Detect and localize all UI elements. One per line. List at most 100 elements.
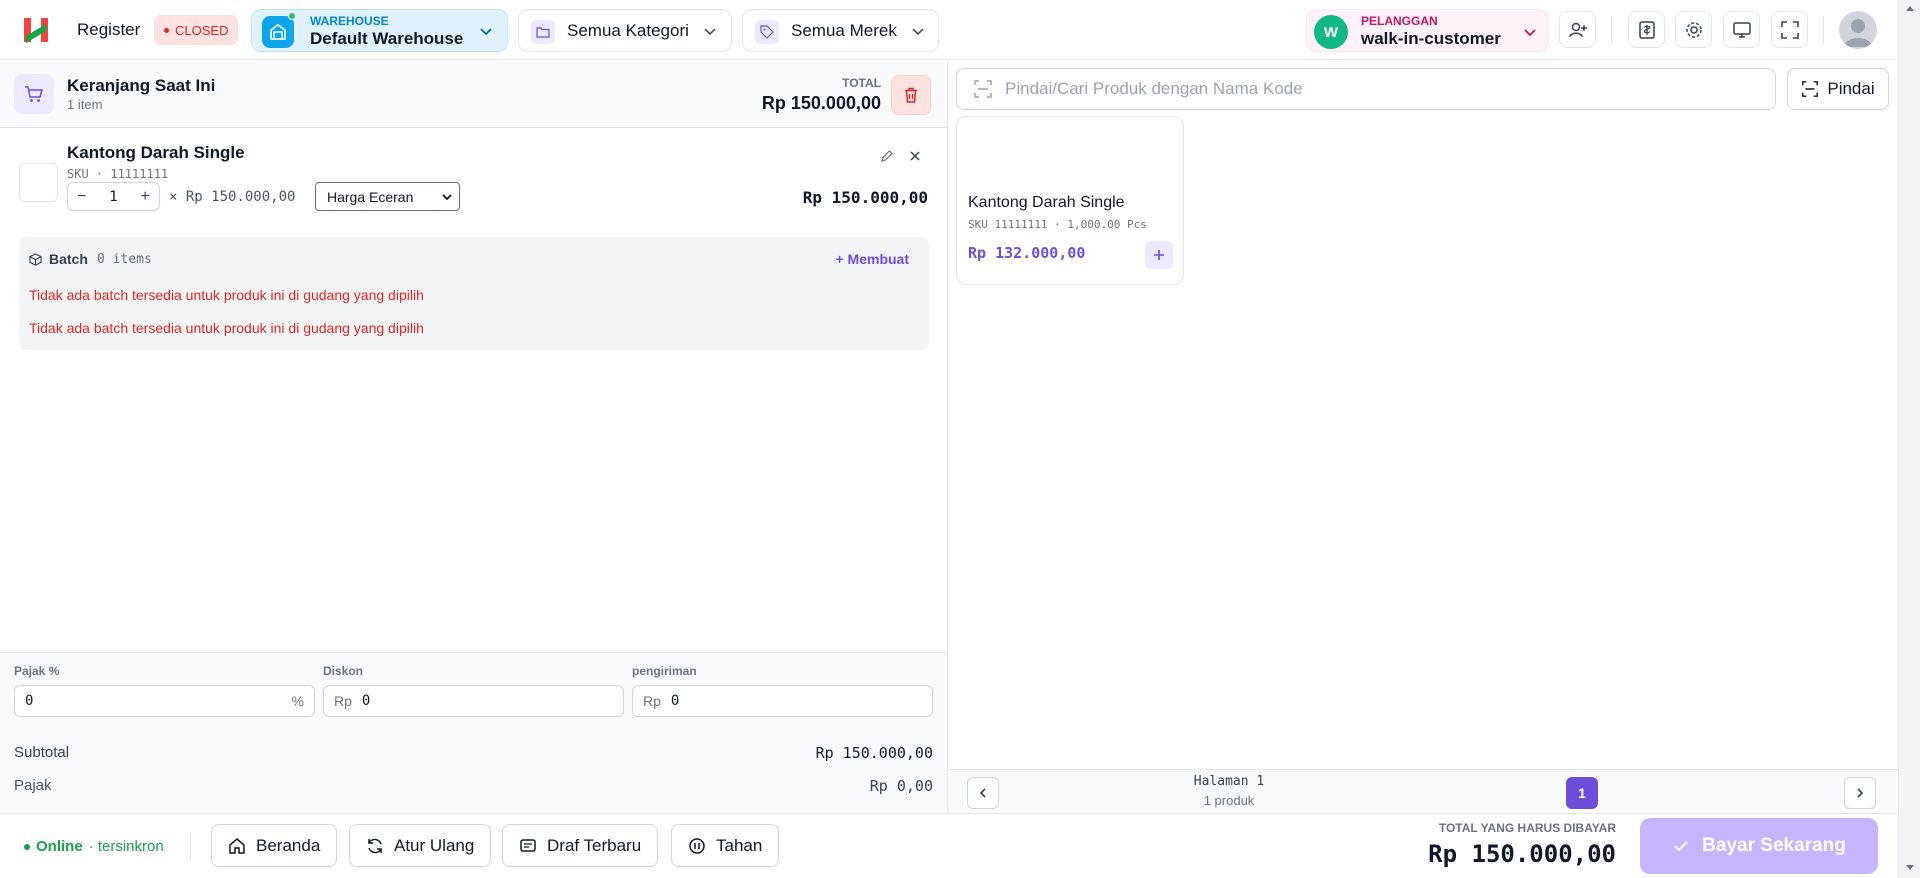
settings-button[interactable] bbox=[1675, 11, 1712, 48]
product-count-label: 1 produk bbox=[1203, 793, 1255, 808]
product-panel: Pindai/Cari Produk dengan Nama Kode Pind… bbox=[949, 61, 1898, 813]
subtotal-label: Subtotal bbox=[14, 744, 70, 761]
subtotal-value: Rp 150.000,00 bbox=[815, 744, 933, 762]
cart-item-count: 1 item bbox=[67, 97, 103, 112]
pay-now-button[interactable]: Bayar Sekarang bbox=[1640, 818, 1878, 874]
category-label: Semua Kategori bbox=[567, 21, 689, 40]
brand-label: Semua Merek bbox=[791, 21, 897, 40]
batch-section: Batch 0 items + Membuat Tidak ada batch … bbox=[19, 237, 929, 350]
tax-input[interactable]: 0 % bbox=[14, 685, 315, 717]
pay-now-label: Bayar Sekarang bbox=[1702, 835, 1846, 856]
pause-icon bbox=[689, 837, 705, 854]
edit-item-button[interactable] bbox=[880, 149, 894, 163]
warehouse-selector[interactable]: WAREHOUSE Default Warehouse bbox=[251, 9, 508, 52]
scroll-down-icon bbox=[1906, 865, 1914, 870]
product-name: Kantong Darah Single bbox=[968, 194, 1125, 211]
customer-display-button[interactable] bbox=[1723, 11, 1760, 48]
chevron-down-icon bbox=[911, 24, 925, 38]
tag-icon bbox=[755, 20, 779, 44]
product-price: Rp 132.000,00 bbox=[968, 244, 1086, 262]
qty-input[interactable]: 1 bbox=[96, 189, 132, 205]
warehouse-name: Default Warehouse bbox=[310, 29, 464, 48]
home-button[interactable]: Beranda bbox=[211, 824, 338, 867]
page-scrollbar[interactable] bbox=[1898, 0, 1920, 878]
tax-label: Pajak % bbox=[14, 664, 60, 678]
plus-icon bbox=[1154, 250, 1164, 260]
product-card[interactable]: Kantong Darah Single SKU 11111111 · 1,00… bbox=[956, 116, 1184, 285]
cart-total-caption: TOTAL bbox=[842, 76, 881, 90]
sync-label: · tersinkron bbox=[88, 838, 164, 855]
cart-item-name: Kantong Darah Single bbox=[67, 143, 245, 162]
batch-warning: Tidak ada batch tersedia untuk produk in… bbox=[29, 287, 424, 303]
gear-icon bbox=[1685, 21, 1702, 38]
warehouse-caption: WAREHOUSE bbox=[310, 14, 389, 28]
check-icon bbox=[1674, 841, 1688, 852]
reset-button[interactable]: Atur Ulang bbox=[349, 824, 492, 867]
register-label[interactable]: Register bbox=[77, 20, 140, 40]
cart-item-sku: SKU · 11111111 bbox=[67, 167, 169, 181]
discount-input[interactable]: Rp 0 bbox=[323, 685, 624, 717]
bottom-bar: Online · tersinkron Beranda Atur Ulang D… bbox=[0, 813, 1898, 878]
pos-app: Register CLOSED WAREHOUSE Default Wareho… bbox=[0, 0, 1920, 878]
cart-item-line-total: Rp 150.000,00 bbox=[802, 188, 928, 207]
scan-icon bbox=[974, 80, 992, 98]
cart-header: Keranjang Saat Ini 1 item TOTAL Rp 150.0… bbox=[0, 61, 947, 128]
chevron-down-icon bbox=[442, 194, 452, 201]
folder-icon bbox=[531, 20, 555, 44]
shopping-cart-icon bbox=[14, 74, 54, 114]
message-icon bbox=[520, 838, 536, 852]
user-plus-icon bbox=[1568, 22, 1587, 37]
user-avatar[interactable] bbox=[1839, 11, 1877, 49]
tax-summary-label: Pajak bbox=[14, 777, 52, 794]
brand-selector[interactable]: Semua Merek bbox=[742, 9, 939, 52]
scan-button[interactable]: Pindai bbox=[1787, 68, 1889, 110]
qty-decrease-button[interactable]: − bbox=[68, 188, 96, 206]
cart-panel: Keranjang Saat Ini 1 item TOTAL Rp 150.0… bbox=[0, 61, 948, 813]
recent-drafts-button[interactable]: Draf Terbaru bbox=[502, 824, 659, 867]
reset-button-label: Atur Ulang bbox=[394, 835, 475, 855]
price-type-select[interactable]: Harga Eceran bbox=[315, 182, 460, 211]
add-customer-button[interactable] bbox=[1559, 11, 1596, 48]
customer-selector[interactable]: W PELANGGAN walk-in-customer bbox=[1306, 9, 1549, 52]
shipping-prefix: Rp bbox=[643, 693, 661, 709]
shipping-value: 0 bbox=[670, 693, 680, 709]
chevron-left-icon bbox=[979, 788, 986, 798]
expand-icon bbox=[1780, 20, 1799, 39]
tax-suffix: % bbox=[291, 693, 304, 709]
scan-button-label: Pindai bbox=[1827, 79, 1875, 98]
add-to-cart-button[interactable] bbox=[1145, 241, 1173, 269]
cash-register-button[interactable] bbox=[1628, 11, 1665, 48]
divider bbox=[1823, 16, 1824, 44]
pencil-icon bbox=[881, 150, 893, 162]
chevron-down-icon bbox=[1522, 24, 1538, 40]
app-logo[interactable] bbox=[20, 14, 52, 46]
qty-increase-button[interactable]: + bbox=[131, 188, 159, 206]
divider bbox=[1611, 16, 1612, 44]
connection-status: Online · tersinkron bbox=[24, 838, 164, 855]
product-meta: SKU 11111111 · 1,000.00 Pcs bbox=[968, 218, 1147, 231]
close-icon bbox=[910, 151, 920, 161]
online-dot-icon bbox=[24, 843, 30, 850]
discount-value: 0 bbox=[361, 693, 371, 709]
batch-warning: Tidak ada batch tersedia untuk produk in… bbox=[29, 320, 424, 336]
cart-total-value: Rp 150.000,00 bbox=[761, 93, 881, 113]
hold-button[interactable]: Tahan bbox=[671, 824, 780, 867]
next-page-button[interactable] bbox=[1844, 777, 1876, 809]
clear-cart-button[interactable] bbox=[891, 75, 931, 115]
page-label: Halaman 1 bbox=[1193, 774, 1265, 789]
box-icon bbox=[29, 253, 42, 266]
prev-page-button[interactable] bbox=[967, 777, 999, 809]
remove-item-button[interactable] bbox=[908, 149, 922, 163]
cart-adjustments: Pajak % 0 % Diskon Rp 0 pengiriman Rp 0 … bbox=[0, 652, 947, 813]
create-batch-button[interactable]: + Membuat bbox=[835, 251, 909, 267]
warehouse-online-dot-icon bbox=[288, 12, 296, 20]
fullscreen-button[interactable] bbox=[1771, 11, 1808, 48]
home-button-label: Beranda bbox=[256, 835, 321, 855]
scan-icon bbox=[1802, 81, 1819, 97]
scroll-up-icon bbox=[1906, 6, 1914, 11]
product-search-input[interactable]: Pindai/Cari Produk dengan Nama Kode bbox=[956, 68, 1776, 110]
page-number-button[interactable]: 1 bbox=[1566, 777, 1598, 809]
shipping-input[interactable]: Rp 0 bbox=[632, 685, 933, 717]
category-selector[interactable]: Semua Kategori bbox=[518, 9, 732, 52]
register-status-badge: CLOSED bbox=[154, 15, 239, 45]
